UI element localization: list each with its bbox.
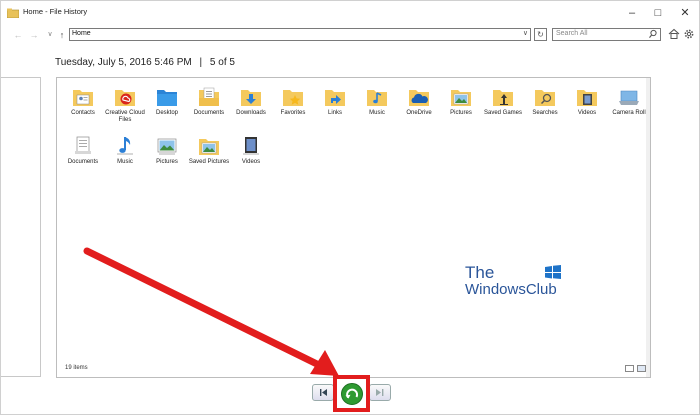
- file-history-window: Home - File History – □ ✕ ← → ∨ ↑ Home ∨…: [0, 0, 700, 415]
- red-pointer-arrow: [83, 247, 339, 376]
